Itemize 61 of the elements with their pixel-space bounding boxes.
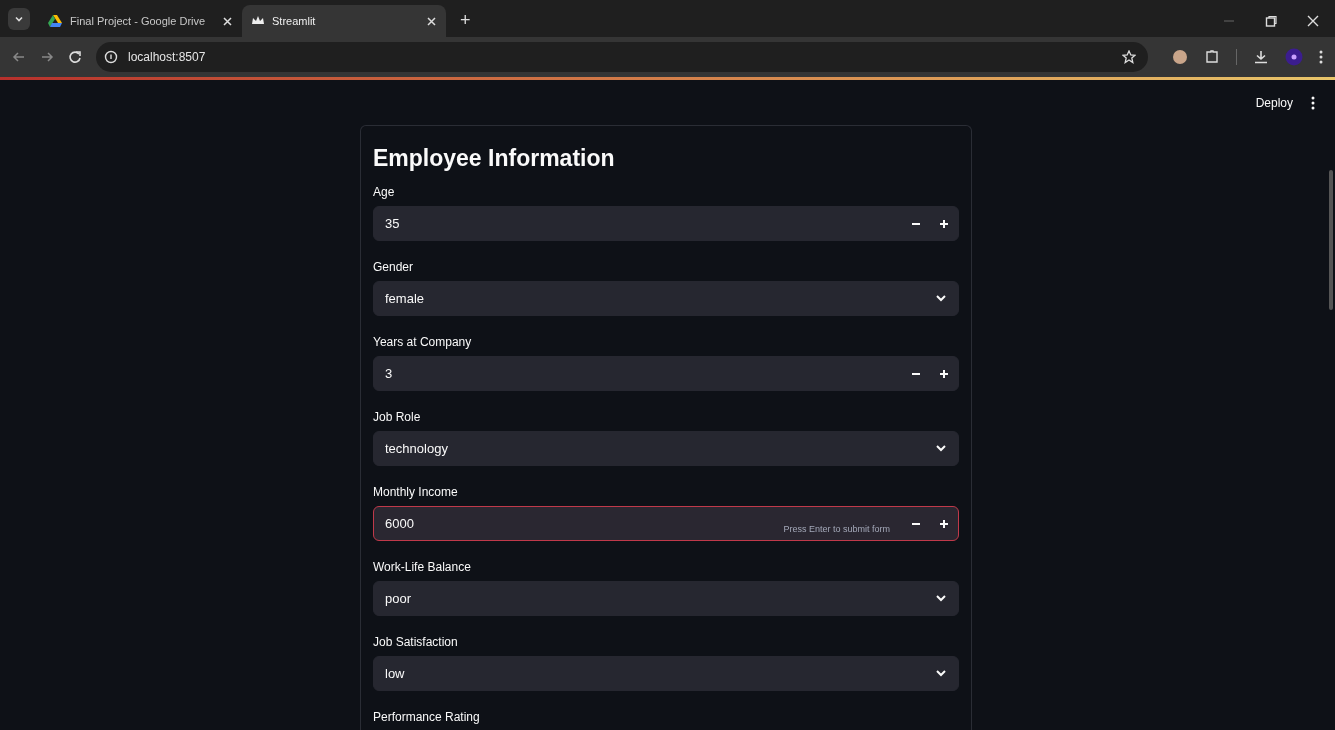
number-input[interactable]: 35 <box>373 206 959 241</box>
number-input[interactable]: 3 <box>373 356 959 391</box>
field-label: Performance Rating <box>373 709 481 725</box>
site-info-icon <box>104 50 118 64</box>
minus-icon <box>912 522 920 525</box>
field-label: Job Satisfaction <box>373 634 459 650</box>
close-tab-icon[interactable] <box>427 16 436 26</box>
extension-avatar-icon[interactable] <box>1172 49 1188 65</box>
field-label: Gender <box>373 259 415 275</box>
dropdown[interactable]: technology <box>373 431 959 466</box>
tab-title: Streamlit <box>272 13 317 29</box>
field-label: Monthly Income <box>373 484 459 500</box>
plus-icon <box>940 369 948 378</box>
deploy-button[interactable]: Deploy <box>1255 94 1293 112</box>
plus-icon <box>940 519 948 528</box>
plus-icon <box>940 219 948 228</box>
forward-arrow-icon[interactable] <box>40 50 54 64</box>
back-arrow-icon[interactable] <box>12 50 26 64</box>
crown-logo-icon <box>252 16 264 26</box>
field-value: 6000 <box>385 514 415 533</box>
chevron-down-icon <box>936 595 946 602</box>
tab-title: Final Project - Google Drive <box>70 13 207 29</box>
field-value: 35 <box>385 214 401 233</box>
star-icon[interactable] <box>1122 50 1136 64</box>
browser-tab[interactable]: Final Project - Google Drive <box>38 5 242 37</box>
chevron-down-icon <box>14 14 24 24</box>
chevron-down-icon <box>936 670 946 677</box>
field-label: Years at Company <box>373 334 473 350</box>
triangle-logo-icon <box>48 15 62 27</box>
tab-list-button[interactable] <box>8 8 30 30</box>
field-hint: Press Enter to submit form <box>783 522 890 536</box>
field-label: Age <box>373 184 396 200</box>
close-tab-icon[interactable] <box>223 16 232 26</box>
dropdown[interactable]: low <box>373 656 959 691</box>
field-value: poor <box>385 589 413 608</box>
restore-icon[interactable] <box>1265 15 1277 27</box>
download-icon[interactable] <box>1253 49 1269 65</box>
chevron-down-icon <box>936 295 946 302</box>
address-bar[interactable]: localhost:8507 <box>96 42 1148 72</box>
new-tab-button[interactable]: + <box>460 11 471 29</box>
close-icon[interactable] <box>1307 15 1319 27</box>
field-value: low <box>385 664 406 683</box>
dropdown[interactable]: female <box>373 281 959 316</box>
menu-icon[interactable] <box>1319 50 1323 64</box>
chevron-down-icon <box>936 445 946 452</box>
profile-avatar-icon[interactable] <box>1285 48 1303 66</box>
dropdown[interactable]: poor <box>373 581 959 616</box>
field-label: Work-Life Balance <box>373 559 472 575</box>
minus-icon <box>912 222 920 225</box>
field-value: female <box>385 289 426 308</box>
more-options-icon[interactable] <box>1311 96 1315 110</box>
minus-icon <box>912 372 920 375</box>
scrollbar[interactable] <box>1329 170 1333 310</box>
url-text: localhost:8507 <box>128 49 207 66</box>
field-value: 3 <box>385 364 394 383</box>
field-value: technology <box>385 439 449 458</box>
browser-tab[interactable]: Streamlit <box>242 5 446 37</box>
reload-icon[interactable] <box>68 50 82 64</box>
number-input[interactable]: 6000 Press Enter to submit form <box>373 506 959 541</box>
field-label: Job Role <box>373 409 422 425</box>
form-title: Employee Information <box>373 144 616 172</box>
